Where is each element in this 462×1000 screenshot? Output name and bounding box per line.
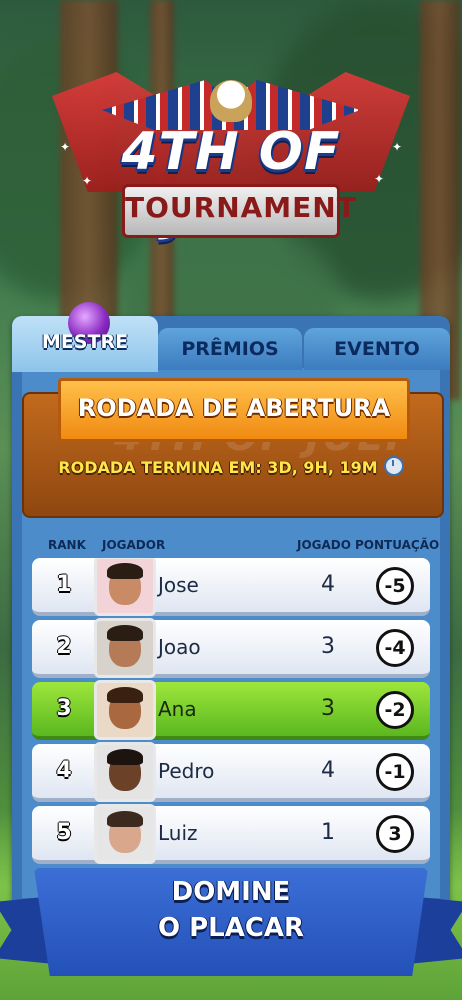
row-player-name: Ana — [158, 697, 197, 721]
logo-subtitle: TOURNAMENT — [122, 184, 356, 238]
header-played: JOGADO — [297, 538, 351, 552]
clock-icon — [383, 456, 404, 476]
tab-mestre[interactable]: MESTRE — [12, 302, 158, 372]
tab-premios[interactable]: PRÊMIOS — [158, 328, 302, 370]
table-row[interactable]: 5 Luiz 1 3 — [32, 804, 430, 864]
tab-evento-label: EVENTO — [334, 338, 420, 360]
row-score: -5 — [376, 567, 414, 605]
tab-mestre-label: MESTRE — [41, 331, 129, 353]
header-rank: RANK — [48, 538, 86, 552]
eagle-icon — [210, 80, 252, 122]
row-score: -2 — [376, 691, 414, 729]
promo-line-1: DOMINE — [171, 877, 291, 907]
row-played: 4 — [321, 758, 335, 783]
row-played: 3 — [321, 634, 335, 659]
tab-evento[interactable]: EVENTO — [304, 328, 450, 370]
row-rank: 4 — [56, 758, 72, 783]
tournament-logo: ✦ ✦ ✦ ✦ 4TH OF JULY TOURNAMENT — [52, 62, 410, 242]
table-row-current-player[interactable]: 3 Ana 3 -2 — [32, 680, 430, 740]
avatar[interactable] — [94, 742, 156, 802]
table-row[interactable]: 1 Jose 4 -5 — [32, 558, 430, 616]
header-score: PONTUAÇÃO — [355, 538, 440, 552]
tab-premios-label: PRÊMIOS — [181, 338, 279, 360]
table-row[interactable]: 4 Pedro 4 -1 — [32, 742, 430, 802]
row-score: -4 — [376, 629, 414, 667]
promo-text: DOMINE O PLACAR — [34, 874, 428, 946]
header-player: JOGADOR — [102, 538, 166, 552]
tab-bar: MESTRE PRÊMIOS EVENTO — [12, 302, 450, 372]
row-played: 3 — [321, 696, 335, 721]
row-player-name: Luiz — [158, 821, 198, 845]
row-rank: 1 — [56, 572, 72, 597]
avatar[interactable] — [94, 558, 156, 616]
row-played: 1 — [321, 820, 335, 845]
round-timer-text: RODADA TERMINA EM: 3D, 9H, 19M — [58, 458, 378, 477]
row-rank: 5 — [56, 820, 72, 845]
avatar[interactable] — [94, 804, 156, 864]
table-row[interactable]: 2 Joao 3 -4 — [32, 618, 430, 678]
leaderboard-list[interactable]: 1 Jose 4 -5 2 Joao 3 -4 3 Ana 3 -2 4 Ped… — [32, 558, 430, 868]
row-player-name: Jose — [158, 573, 199, 597]
round-timer: RODADA TERMINA EM: 3D, 9H, 19M — [22, 456, 440, 477]
row-player-name: Joao — [158, 635, 201, 659]
row-rank: 3 — [56, 696, 72, 721]
row-player-name: Pedro — [158, 759, 215, 783]
avatar[interactable] — [94, 680, 156, 740]
round-title: RODADA DE ABERTURA — [58, 378, 410, 442]
row-played: 4 — [321, 572, 335, 597]
row-score: 3 — [376, 815, 414, 853]
row-score: -1 — [376, 753, 414, 791]
row-rank: 2 — [56, 634, 72, 659]
avatar[interactable] — [94, 618, 156, 678]
promo-line-2: O PLACAR — [157, 913, 305, 943]
